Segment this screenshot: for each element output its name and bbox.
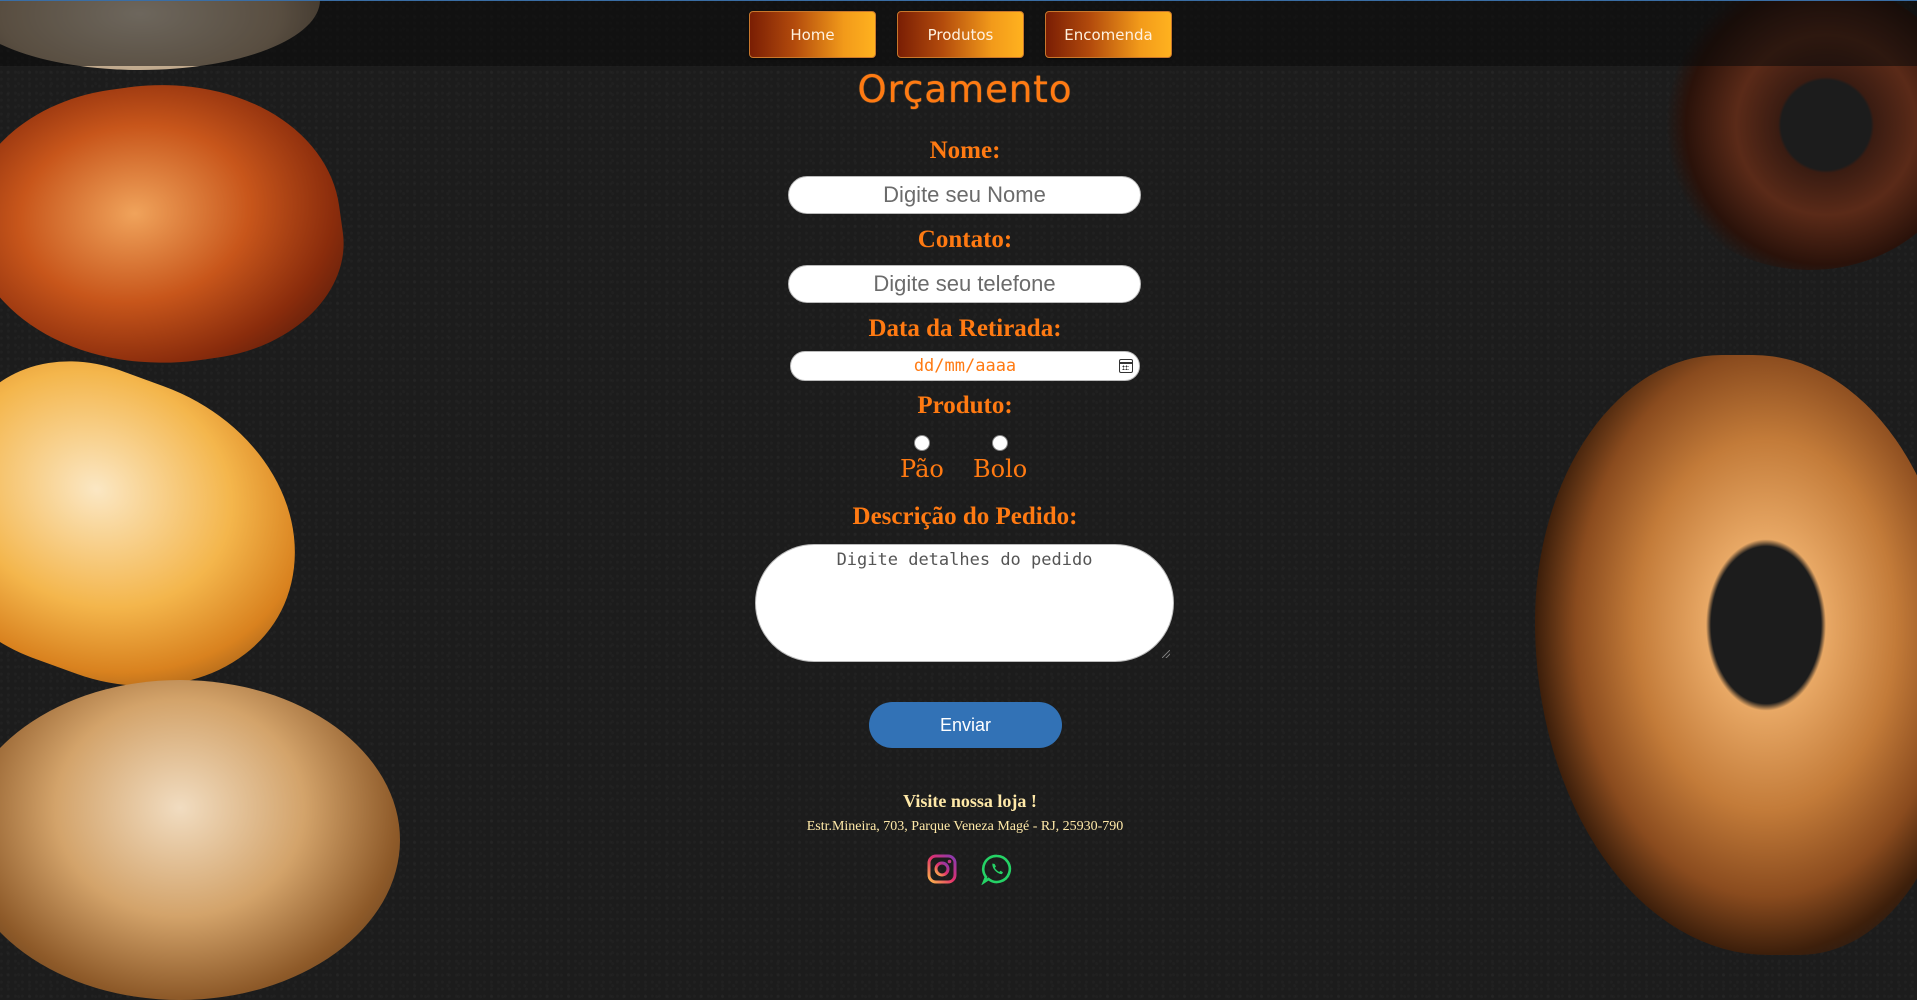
date-label: Data da Retirada:: [868, 315, 1062, 342]
nav-encomenda-button[interactable]: Encomenda: [1045, 11, 1172, 58]
whatsapp-link[interactable]: [981, 853, 1013, 885]
loaf-image: [0, 680, 400, 1000]
product-label: Produto:: [917, 392, 1013, 419]
contact-label: Contato:: [917, 226, 1013, 253]
description-textarea[interactable]: Digite detalhes do pedido: [755, 544, 1174, 662]
radio-bolo-label: Bolo: [973, 455, 1028, 483]
radio-pao-label: Pão: [900, 455, 944, 483]
instagram-link[interactable]: [926, 853, 958, 885]
pretzel-image: [1535, 355, 1917, 955]
resize-handle-icon[interactable]: [1162, 650, 1170, 658]
page-title: Orçamento: [857, 68, 1073, 111]
product-option-pao[interactable]: Pão: [900, 435, 944, 483]
name-input[interactable]: Digite seu Nome: [788, 176, 1141, 214]
radio-pao[interactable]: [913, 435, 930, 451]
description-placeholder: Digite detalhes do pedido: [836, 550, 1093, 570]
nav-menu: Home Produtos Encomenda: [749, 11, 1172, 58]
date-placeholder: dd/mm/aaaa: [913, 356, 1017, 376]
calendar-icon[interactable]: [1119, 359, 1133, 373]
product-option-bolo[interactable]: Bolo: [973, 435, 1027, 483]
date-input[interactable]: dd/mm/aaaa: [790, 351, 1140, 381]
whatsapp-icon: [981, 854, 1012, 885]
name-label: Nome:: [929, 137, 1001, 164]
description-label: Descrição do Pedido:: [852, 503, 1078, 530]
nav-home-button[interactable]: Home: [749, 11, 876, 58]
nav-produtos-button[interactable]: Produtos: [897, 11, 1024, 58]
radio-bolo[interactable]: [992, 435, 1009, 451]
top-nav-bar: Home Produtos Encomenda: [0, 0, 1917, 66]
submit-button[interactable]: Enviar: [869, 702, 1062, 748]
contact-input[interactable]: Digite seu telefone: [788, 265, 1141, 303]
visit-store-text: Visite nossa loja !: [903, 791, 1037, 811]
instagram-icon: [927, 854, 957, 884]
store-address: Estr.Mineira, 703, Parque Veneza Magé - …: [806, 819, 1124, 834]
